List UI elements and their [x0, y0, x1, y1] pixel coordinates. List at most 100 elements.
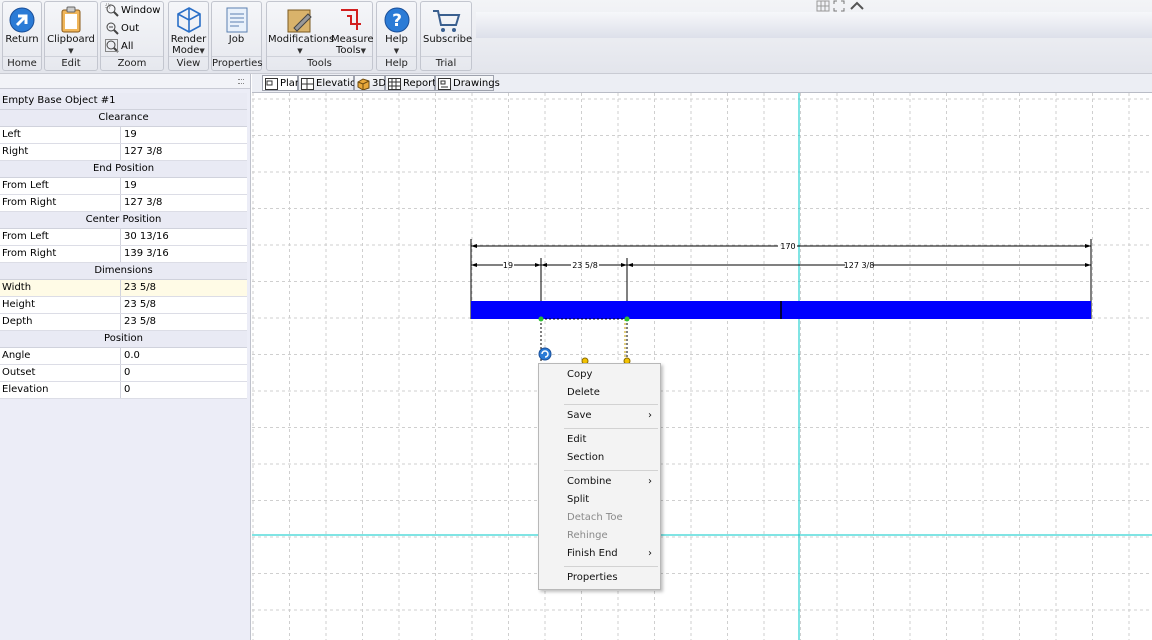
menu-item-combine[interactable]: Combine ›: [539, 473, 660, 491]
group-label-properties: Properties: [212, 58, 263, 69]
tab-elevation[interactable]: Elevation: [298, 75, 362, 91]
property-name: From Left: [0, 178, 121, 194]
tab-3d[interactable]: 3D: [354, 75, 386, 91]
property-value[interactable]: 0: [121, 382, 247, 398]
collapse-ribbon-icon[interactable]: [848, 0, 866, 15]
menu-item-label: Rehinge: [567, 530, 608, 541]
property-row[interactable]: Depth 23 5/8: [0, 314, 247, 331]
measure-tools-button[interactable]: Measure Tools▼: [331, 4, 374, 56]
property-row[interactable]: From Left 19: [0, 178, 247, 195]
menu-item-section[interactable]: Section: [539, 449, 660, 467]
group-separator: [421, 56, 471, 57]
property-name: From Right: [0, 195, 121, 211]
job-button[interactable]: Job: [214, 4, 259, 45]
tab-reports[interactable]: Reports: [385, 75, 441, 91]
group-separator: [267, 56, 372, 57]
property-row[interactable]: Angle 0.0: [0, 348, 247, 365]
fullscreen-icon[interactable]: [832, 0, 846, 15]
group-home: Return Home: [2, 1, 42, 71]
selected-object[interactable]: [538, 316, 631, 365]
menu-item-properties[interactable]: Properties: [539, 569, 660, 587]
tab-plan[interactable]: Plan: [262, 75, 301, 91]
3d-box-icon: [357, 78, 370, 90]
property-row[interactable]: Right 127 3/8: [0, 144, 247, 161]
property-value[interactable]: 23 5/8: [121, 314, 247, 330]
menu-item-label: Combine: [567, 476, 612, 487]
measure-icon: [341, 9, 361, 30]
zoom-window-label: Window: [121, 5, 161, 16]
zoom-out-button[interactable]: Out: [105, 21, 139, 37]
menu-item-edit[interactable]: Edit: [539, 431, 660, 449]
rotate-handle-icon[interactable]: [538, 347, 552, 361]
modifications-button[interactable]: Modifications ▼: [268, 4, 335, 56]
zoom-window-button[interactable]: Window: [105, 3, 160, 19]
group-view: Render Mode▼ View: [168, 1, 209, 71]
group-label-view: View: [176, 58, 201, 69]
property-value[interactable]: 127 3/8: [121, 144, 247, 160]
menu-item-label: Finish End: [567, 548, 618, 559]
property-name: Left: [0, 127, 121, 143]
group-label-home: Home: [7, 58, 37, 69]
property-row[interactable]: Height 23 5/8: [0, 297, 247, 314]
property-value[interactable]: 139 3/16: [121, 246, 247, 262]
return-label: Return: [5, 34, 39, 45]
help-label: Help: [385, 34, 408, 45]
plan-drawing[interactable]: 170 19 23 5/8 127 3/8: [252, 93, 1152, 640]
menu-item-delete[interactable]: Delete: [539, 384, 660, 402]
property-row[interactable]: Left 19: [0, 127, 247, 144]
section-header: Dimensions: [0, 263, 247, 280]
job-sheet-icon: [226, 7, 247, 33]
drawings-icon: [438, 78, 451, 90]
property-row[interactable]: From Right 139 3/16: [0, 246, 247, 263]
group-label-edit: Edit: [61, 58, 81, 69]
property-value[interactable]: 30 13/16: [121, 229, 247, 245]
group-properties: Job Properties: [211, 1, 263, 71]
render-mode-button[interactable]: Render Mode▼: [170, 4, 207, 56]
property-value[interactable]: 127 3/8: [121, 195, 247, 211]
property-row[interactable]: Elevation 0: [0, 382, 247, 399]
group-separator: [212, 56, 261, 57]
reports-icon: [388, 78, 401, 90]
help-button[interactable]: ? Help ▼: [379, 4, 414, 56]
property-value[interactable]: 0: [121, 365, 247, 381]
panel-grip-icon[interactable]: [238, 79, 244, 84]
property-grid: Empty Base Object #1 Clearance Left 19 Righ…: [0, 93, 247, 399]
menu-item-save[interactable]: Save ›: [539, 407, 660, 425]
property-value[interactable]: 23 5/8: [121, 297, 247, 313]
menu-item-finish-end[interactable]: Finish End ›: [539, 545, 660, 563]
grid-icon[interactable]: [816, 0, 830, 15]
property-value[interactable]: 0.0: [121, 348, 247, 364]
plan-icon: [265, 78, 278, 90]
grid-lines: [252, 93, 1152, 640]
menu-separator: [564, 404, 658, 405]
menu-item-label: Split: [567, 494, 590, 505]
plan-canvas[interactable]: 170 19 23 5/8 127 3/8: [252, 93, 1152, 640]
menu-item-copy[interactable]: Copy: [539, 366, 660, 384]
group-separator: [377, 56, 416, 57]
tab-drawings-label: Drawings: [453, 78, 500, 89]
property-name: Depth: [0, 314, 121, 330]
cube-icon: [176, 7, 201, 33]
group-label-help: Help: [385, 58, 408, 69]
property-value[interactable]: 23 5/8: [121, 280, 247, 296]
modifications-label: Modifications: [268, 34, 335, 45]
property-name: From Left: [0, 229, 121, 245]
svg-text:?: ?: [392, 11, 402, 31]
clipboard-button[interactable]: Clipboard ▼: [47, 4, 95, 56]
submenu-arrow-icon: ›: [648, 548, 652, 559]
section-header: Center Position: [0, 212, 247, 229]
property-row[interactable]: Width 23 5/8: [0, 280, 247, 297]
return-button[interactable]: Return: [5, 4, 39, 45]
tab-drawings[interactable]: Drawings: [435, 75, 500, 91]
menu-item-label: Edit: [567, 434, 587, 445]
property-row[interactable]: From Left 30 13/16: [0, 229, 247, 246]
subscribe-button[interactable]: Subscribe: [423, 4, 472, 45]
zoom-all-button[interactable]: All: [105, 39, 133, 55]
property-value[interactable]: 19: [121, 127, 247, 143]
property-row[interactable]: Outset 0: [0, 365, 247, 382]
property-row[interactable]: From Right 127 3/8: [0, 195, 247, 212]
zoom-out-icon: [106, 22, 119, 35]
menu-item-split[interactable]: Split: [539, 491, 660, 509]
property-value[interactable]: 19: [121, 178, 247, 194]
menu-separator: [564, 470, 658, 471]
